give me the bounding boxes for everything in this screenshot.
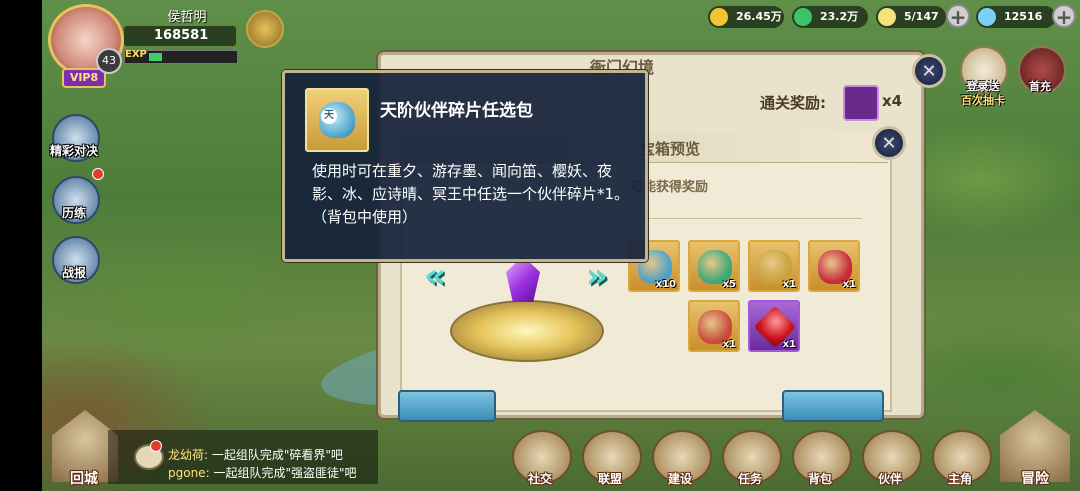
item-count: x1 xyxy=(782,339,796,350)
chat-text: 一起组队完成"碎看界"吧 xyxy=(211,448,343,462)
item-count: x1 xyxy=(842,279,856,290)
clear-reward-label: 通关奖励: xyxy=(760,94,826,112)
item-count: x1 xyxy=(782,279,796,290)
stamina-value: 5/147 xyxy=(904,10,939,23)
chat-sender: pgone: xyxy=(168,466,210,480)
tooltip-item-name: 天阶伙伴碎片任选包 xyxy=(380,101,533,121)
jade-value: 23.2万 xyxy=(820,10,859,23)
nav-social-label: 社交 xyxy=(527,472,552,486)
chest-preview-title: 宝箱预览 xyxy=(640,140,701,158)
diamond-icon xyxy=(978,8,996,26)
reward-item-red-pouch[interactable]: x1 xyxy=(688,300,740,352)
reward-item-ruby-gem[interactable]: x1 xyxy=(748,300,800,352)
reward-item-red-bag[interactable]: x1 xyxy=(808,240,860,292)
gold-resource: 26.45万 xyxy=(708,6,784,28)
first-charge-label: 首充 xyxy=(1029,80,1051,93)
prev-arrow-button[interactable]: « xyxy=(424,256,460,296)
chat-message[interactable]: 龙幼荷: 一起组队完成"碎看界"吧 xyxy=(168,446,343,463)
reward-item-gold-bag[interactable]: x1 xyxy=(748,240,800,292)
chat-sender: 龙幼荷: xyxy=(168,448,209,462)
clear-reward-count: x4 xyxy=(882,92,903,110)
jade-resource: 23.2万 xyxy=(792,6,868,28)
dialog-close-button[interactable]: ✕ xyxy=(912,54,946,88)
reward-chest-icon[interactable] xyxy=(843,85,879,121)
exp-bar-fill xyxy=(149,53,162,61)
preview-close-button[interactable]: ✕ xyxy=(872,126,906,160)
diamond-value: 12516 xyxy=(1004,10,1043,23)
arena-notification-dot xyxy=(92,168,104,180)
stamina-resource: 5/147 xyxy=(876,6,946,28)
right-action-button[interactable] xyxy=(782,390,884,422)
jade-icon xyxy=(794,8,812,26)
item-count: x10 xyxy=(655,279,676,290)
return-city-label: 回城 xyxy=(70,471,98,487)
rank-emblem-icon[interactable] xyxy=(246,10,284,48)
training-label: 历练 xyxy=(61,206,86,220)
item-count: x1 xyxy=(722,339,736,350)
left-action-button[interactable] xyxy=(398,390,496,422)
vip-badge[interactable]: VIP8 xyxy=(62,68,106,88)
player-level-badge: 43 xyxy=(96,48,122,74)
nav-hero-label: 主角 xyxy=(947,472,972,486)
arena-label: 精彩对决 xyxy=(49,144,98,158)
login-gift-sublabel: 百次抽卡 xyxy=(961,94,1005,107)
chat-message[interactable]: pgone: 一起组队完成"强盗匪徒"吧 xyxy=(168,464,356,481)
diamond-resource: 12516 xyxy=(976,6,1056,28)
tooltip-item-description: 使用时可在重夕、游存墨、闻向笛、樱妖、夜影、冰、应诗晴、冥王中任选一个伙伴碎片*… xyxy=(312,162,630,226)
gold-coin-icon xyxy=(710,8,728,26)
left-black-bar xyxy=(0,0,42,491)
adventure-label: 冒险 xyxy=(1021,471,1049,487)
chat-text: 一起组队完成"强盗匪徒"吧 xyxy=(213,466,357,480)
add-stamina-button[interactable]: + xyxy=(946,4,970,28)
stamina-icon xyxy=(878,8,896,26)
nav-build-label: 建设 xyxy=(667,472,692,486)
reward-item-partner-bag[interactable]: x5 xyxy=(688,240,740,292)
player-power: 168581 xyxy=(124,26,236,46)
item-count: x5 xyxy=(722,279,736,290)
nav-alliance-label: 联盟 xyxy=(597,472,622,486)
exp-label: EXP xyxy=(125,49,147,60)
add-diamond-button[interactable]: + xyxy=(1052,4,1076,28)
divider xyxy=(632,218,862,219)
next-arrow-button[interactable]: » xyxy=(586,256,622,296)
tier-tag: 天 xyxy=(321,108,337,124)
chat-notification-dot xyxy=(150,440,162,452)
nav-backpack-label: 背包 xyxy=(807,472,832,486)
gold-value: 26.45万 xyxy=(736,10,782,23)
player-name: 侯哲明 xyxy=(167,10,207,25)
crystal-pedestal xyxy=(450,300,604,362)
tooltip-item-icon: 天 xyxy=(305,88,369,152)
exp-bar: EXP xyxy=(124,49,238,64)
nav-partner-label: 伙伴 xyxy=(877,472,902,486)
battle-report-label: 战报 xyxy=(61,266,86,280)
nav-task-label: 任务 xyxy=(737,472,762,486)
